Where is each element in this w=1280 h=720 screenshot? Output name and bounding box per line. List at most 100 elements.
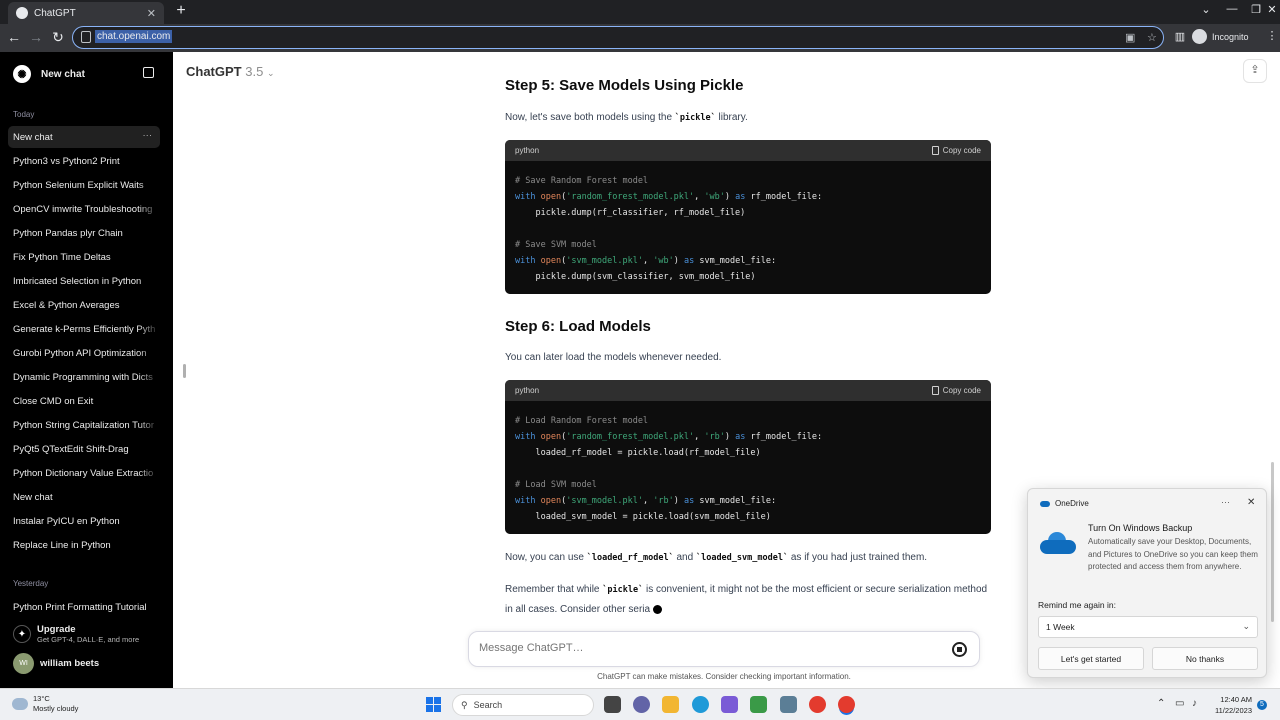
spreadsheet-app-icon[interactable] [750, 696, 767, 713]
window-close-icon[interactable]: ✕ [1262, 3, 1280, 16]
file-explorer-icon[interactable] [662, 696, 679, 713]
chevron-up-icon[interactable]: ⌃ [1157, 698, 1165, 709]
browser-menu-icon[interactable]: ⋮ [1264, 29, 1280, 42]
copy-code-button[interactable]: Copy code [931, 386, 981, 395]
no-thanks-button[interactable]: No thanks [1152, 647, 1258, 670]
code-line: with open('svm_model.pkl', 'rb') as svm_… [515, 496, 777, 506]
clock-date: 11/22/2023 [1215, 706, 1252, 715]
message-input[interactable] [479, 642, 939, 654]
sidebar-chat-item[interactable]: Close CMD on Exit [8, 390, 160, 412]
sidebar-item-label: Python Print Formatting Tutorial [13, 602, 147, 613]
notification-badge[interactable]: 5 [1257, 700, 1267, 710]
search-icon: ⚲ [461, 700, 468, 710]
sidebar-chat-item[interactable]: Python String Capitalization Tutor [8, 414, 160, 436]
user-menu[interactable]: WI william beets [13, 653, 99, 674]
incognito-label: Incognito [1212, 31, 1249, 42]
address-bar[interactable]: chat.openai.com ▣ ☆ [72, 26, 1164, 49]
side-panel-icon[interactable]: ▥ [1172, 30, 1188, 43]
clipboard-icon [931, 386, 939, 395]
browser-toolbar: ← → ↻ chat.openai.com ▣ ☆ ▥ ⋮ [0, 24, 1280, 52]
weather-widget[interactable]: 13°C Mostly cloudy [12, 694, 78, 714]
chrome-active-icon[interactable] [838, 696, 855, 713]
forward-icon[interactable]: → [28, 29, 44, 45]
incognito-indicator[interactable]: Incognito [1192, 29, 1249, 44]
sidebar-chat-item[interactable]: Fix Python Time Deltas [8, 246, 160, 268]
remind-interval-select[interactable]: 1 Week ⌄ [1038, 616, 1258, 638]
volume-icon[interactable]: ♪ [1192, 698, 1197, 709]
section-heading-today: Today [13, 110, 35, 119]
photo-app-icon[interactable] [780, 696, 797, 713]
code-line: loaded_rf_model = pickle.load(rf_model_f… [515, 448, 761, 458]
code-block-header: python Copy code [505, 380, 991, 401]
sparkle-icon: ✦ [13, 625, 31, 643]
code-language: python [515, 386, 540, 395]
sidebar-chat-item[interactable]: Dynamic Programming with Dicts [8, 366, 160, 388]
model-selector[interactable]: ChatGPT 3.5 ⌄ [186, 64, 275, 79]
start-button[interactable] [426, 697, 441, 712]
code-line: # Save SVM model [515, 240, 597, 250]
step5-heading: Step 5: Save Models Using Pickle [505, 77, 744, 94]
browser-tab[interactable]: ChatGPT ✕ [8, 2, 164, 24]
onedrive-notification: OneDrive ··· ✕ Turn On Windows Backup Au… [1027, 488, 1267, 678]
inline-code: `loaded_rf_model` [586, 553, 674, 563]
lets-get-started-button[interactable]: Let's get started [1038, 647, 1144, 670]
usage-paragraph: Now, you can use `loaded_rf_model` and `… [505, 552, 928, 563]
sidebar-item-label: Dynamic Programming with Dicts [13, 372, 153, 383]
sidebar-item-label: PyQt5 QTextEdit Shift-Drag [13, 444, 129, 455]
network-icon[interactable]: ▭ [1175, 698, 1184, 709]
upgrade-button[interactable]: ✦ Upgrade Get GPT-4, DALL·E, and more [13, 624, 139, 644]
sidebar-chat-item[interactable]: Gurobi Python API Optimization [8, 342, 160, 364]
sidebar-chat-item[interactable]: OpenCV imwrite Troubleshooting [8, 198, 160, 220]
close-icon[interactable]: ✕ [1247, 497, 1255, 508]
sidebar-chat-item[interactable]: Imbricated Selection in Python [8, 270, 160, 292]
share-button[interactable]: ⇪ [1243, 59, 1267, 83]
minimize-icon[interactable]: ⌄ [1196, 3, 1216, 16]
more-options-icon[interactable]: ··· [143, 130, 153, 141]
step6-heading: Step 6: Load Models [505, 318, 651, 335]
scrollbar[interactable] [1271, 462, 1274, 622]
code-line: with open('random_forest_model.pkl', 'wb… [515, 192, 823, 202]
sidebar-chat-item[interactable]: Replace Line in Python [8, 534, 160, 556]
new-tab-icon[interactable]: + [172, 2, 190, 20]
bookmark-star-icon[interactable]: ☆ [1147, 31, 1157, 44]
task-view-icon[interactable] [604, 696, 621, 713]
more-options-icon[interactable]: ··· [1221, 497, 1230, 507]
back-icon[interactable]: ← [6, 29, 22, 45]
message-composer[interactable] [468, 631, 980, 667]
sidebar-chat-item[interactable]: Instalar PyICU en Python [8, 510, 160, 532]
sidebar-chat-item[interactable]: Python3 vs Python2 Print [8, 150, 160, 172]
sidebar-chat-item[interactable]: Generate k-Perms Efficiently Pyth [8, 318, 160, 340]
sidebar-item-label: Python3 vs Python2 Print [13, 156, 120, 167]
code-line: # Save Random Forest model [515, 176, 649, 186]
sidebar-chat-item[interactable]: Python Pandas plyr Chain [8, 222, 160, 244]
sidebar-chat-item[interactable]: Excel & Python Averages [8, 294, 160, 316]
edge-icon[interactable] [692, 696, 709, 713]
app-icon[interactable] [721, 696, 738, 713]
inline-code: `pickle` [602, 585, 644, 595]
url-text[interactable]: chat.openai.com [95, 30, 173, 43]
avatar: WI [13, 653, 34, 674]
close-tab-icon[interactable]: ✕ [147, 7, 156, 20]
sidebar-chat-item[interactable]: New chat [8, 486, 160, 508]
install-app-icon[interactable]: ▣ [1125, 31, 1135, 44]
sidebar-chat-item[interactable]: Python Dictionary Value Extractio [8, 462, 160, 484]
notification-app-name: OneDrive [1055, 499, 1089, 508]
sidebar-chat-item[interactable]: PyQt5 QTextEdit Shift-Drag [8, 438, 160, 460]
sidebar-item-label: New chat [13, 132, 53, 143]
sidebar-toggle-handle[interactable] [183, 364, 186, 378]
system-clock[interactable]: 12:40 AM 11/22/2023 [1206, 694, 1252, 716]
reload-icon[interactable]: ↻ [50, 29, 66, 46]
chrome-icon[interactable] [809, 696, 826, 713]
copy-code-button[interactable]: Copy code [931, 146, 981, 155]
sidebar-chat-item[interactable]: Python Selenium Explicit Waits [8, 174, 160, 196]
site-info-icon[interactable] [81, 31, 91, 43]
stop-generating-button[interactable] [952, 642, 967, 657]
chat-app-icon[interactable] [633, 696, 650, 713]
taskbar-search[interactable]: ⚲ Search [452, 694, 594, 716]
edit-icon[interactable] [143, 67, 154, 78]
window-minimize-icon[interactable]: — [1222, 3, 1242, 15]
new-chat-button[interactable]: ✺ New chat [8, 62, 160, 86]
code-line: with open('svm_model.pkl', 'wb') as svm_… [515, 256, 777, 266]
sidebar-chat-item[interactable]: Python Print Formatting Tutorial [8, 596, 160, 618]
sidebar-chat-item[interactable]: New chat ··· [8, 126, 160, 148]
